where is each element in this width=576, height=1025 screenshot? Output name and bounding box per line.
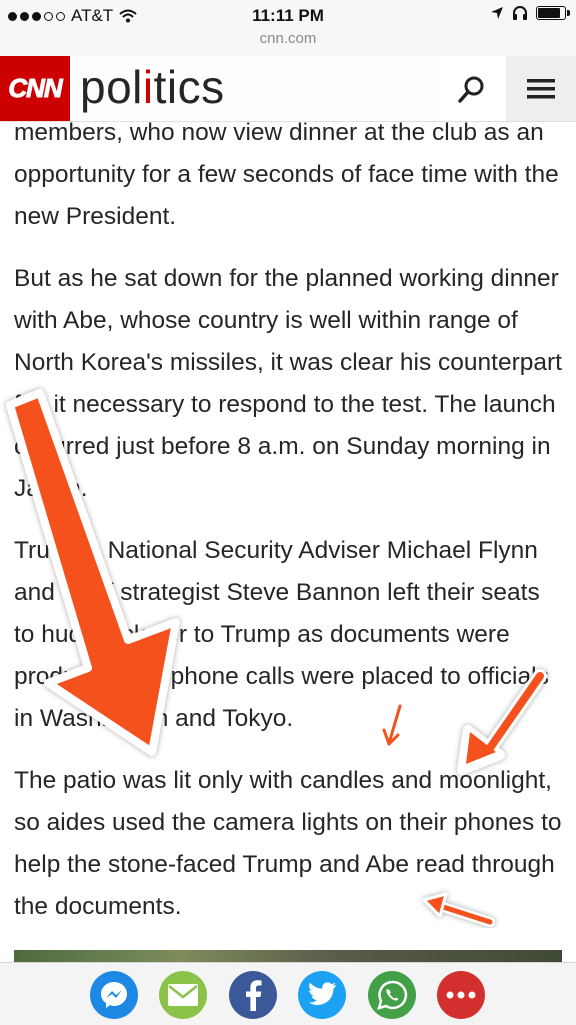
- facebook-icon: [246, 980, 262, 1011]
- share-bar: [0, 962, 576, 1025]
- site-header: CNN politics: [0, 56, 576, 122]
- search-button[interactable]: [437, 56, 506, 121]
- messenger-icon: [101, 982, 127, 1008]
- email-share-button[interactable]: [159, 971, 207, 1019]
- section-title[interactable]: politics: [80, 60, 225, 114]
- article-paragraph: The patio was lit only with candles and …: [14, 767, 562, 920]
- messenger-share-button[interactable]: [90, 971, 138, 1019]
- section-title-pre: pol: [80, 61, 143, 113]
- facebook-share-button[interactable]: [229, 971, 277, 1019]
- email-icon: [168, 984, 198, 1006]
- cnn-logo[interactable]: CNN: [0, 56, 70, 121]
- battery-icon: [536, 6, 570, 20]
- status-right: [490, 6, 570, 20]
- battery-level: [538, 8, 561, 18]
- article-paragraph: Trump's National Security Adviser Michae…: [14, 537, 549, 732]
- article-body: members, who now view dinner at the club…: [14, 112, 564, 948]
- section-title-post: tics: [153, 61, 225, 113]
- section-title-accent: i: [142, 61, 154, 113]
- twitter-share-button[interactable]: [298, 971, 346, 1019]
- headphones-icon: [513, 6, 527, 20]
- search-icon: [457, 76, 483, 103]
- status-bar: AT&T 11:11 PM cnn.com: [0, 0, 576, 57]
- more-share-button[interactable]: [437, 971, 485, 1019]
- whatsapp-icon: [377, 980, 408, 1010]
- menu-button[interactable]: [506, 56, 576, 121]
- more-icon: [446, 991, 476, 999]
- article-paragraph: But as he sat down for the planned worki…: [14, 265, 562, 502]
- twitter-icon: [308, 982, 336, 1005]
- article-paragraph: members, who now view dinner at the club…: [14, 119, 559, 230]
- location-arrow-icon: [491, 7, 503, 19]
- cnn-logo-text: CNN: [8, 73, 63, 104]
- whatsapp-share-button[interactable]: [368, 971, 416, 1019]
- hamburger-menu-icon: [527, 78, 555, 98]
- url-bar[interactable]: cnn.com: [0, 30, 576, 47]
